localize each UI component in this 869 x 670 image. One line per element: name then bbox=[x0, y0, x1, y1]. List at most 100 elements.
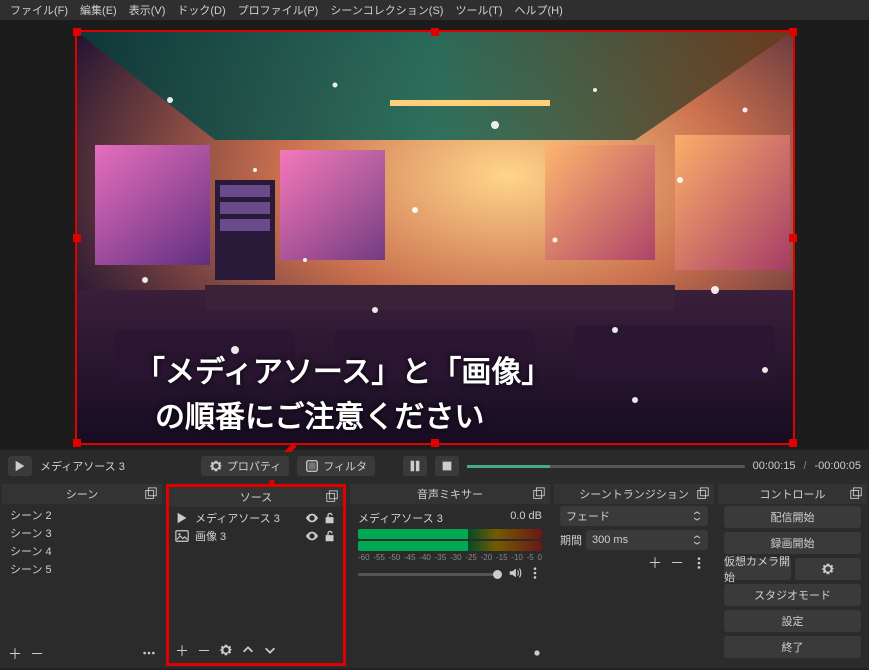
gear-icon bbox=[530, 646, 544, 660]
pause-button[interactable] bbox=[403, 456, 427, 476]
menu-tools[interactable]: ツール(T) bbox=[449, 0, 508, 20]
scenes-header: シーン bbox=[2, 484, 162, 504]
volume-slider[interactable] bbox=[358, 573, 502, 576]
menu-view[interactable]: 表示(V) bbox=[123, 0, 172, 20]
filters-label: フィルタ bbox=[323, 458, 367, 474]
mixer-db: 0.0 dB bbox=[510, 510, 542, 526]
resize-handle-b[interactable] bbox=[431, 439, 439, 447]
menu-profile[interactable]: プロファイル(P) bbox=[232, 0, 325, 20]
chevron-down-icon bbox=[263, 643, 277, 657]
sources-toolbar: ＋ － bbox=[169, 639, 343, 663]
mixer-settings-button[interactable] bbox=[530, 646, 544, 662]
menu-scenecollection[interactable]: シーンコレクション(S) bbox=[324, 0, 449, 20]
start-virtualcam-button[interactable]: 仮想カメラ開始 bbox=[724, 558, 791, 580]
mixer-popout[interactable] bbox=[532, 487, 546, 501]
settings-button[interactable]: 設定 bbox=[724, 610, 861, 632]
duration-input[interactable]: 300 ms bbox=[586, 530, 708, 550]
docks-row: シーン シーン 2 シーン 3 シーン 4 シーン 5 ＋ － ソース bbox=[0, 482, 869, 668]
mixer-menu-button[interactable] bbox=[528, 566, 542, 583]
stop-button[interactable] bbox=[435, 456, 459, 476]
preview-area[interactable]: 「メディアソース」と「画像」 の順番にご注意ください bbox=[0, 20, 869, 450]
play-button[interactable] bbox=[8, 456, 32, 476]
sources-list[interactable]: メディアソース 3 画像 3 bbox=[169, 507, 343, 639]
mute-button[interactable] bbox=[508, 566, 522, 583]
scene-item[interactable]: シーン 5 bbox=[4, 560, 160, 578]
properties-label: プロパティ bbox=[227, 458, 281, 474]
start-recording-button[interactable]: 録画開始 bbox=[724, 532, 861, 554]
menu-file[interactable]: ファイル(F) bbox=[4, 0, 74, 20]
stop-icon bbox=[440, 459, 454, 473]
resize-handle-bl[interactable] bbox=[73, 439, 81, 447]
eye-icon bbox=[305, 511, 319, 525]
scene-item[interactable]: シーン 2 bbox=[4, 506, 160, 524]
menu-edit[interactable]: 編集(E) bbox=[74, 0, 123, 20]
unlock-icon bbox=[323, 511, 337, 525]
menu-dock[interactable]: ドック(D) bbox=[171, 0, 231, 20]
remove-scene-button[interactable]: － bbox=[30, 647, 44, 661]
transitions-popout[interactable] bbox=[696, 487, 710, 501]
add-transition-button[interactable]: ＋ bbox=[648, 556, 662, 572]
selection-outline[interactable] bbox=[75, 30, 795, 445]
gear-icon bbox=[209, 459, 223, 473]
remove-source-button[interactable]: － bbox=[197, 644, 211, 658]
scenes-title: シーン bbox=[66, 486, 98, 502]
media-timeline[interactable] bbox=[467, 465, 745, 468]
scenes-dock: シーン シーン 2 シーン 3 シーン 4 シーン 5 ＋ － bbox=[2, 484, 162, 666]
add-source-button[interactable]: ＋ bbox=[175, 644, 189, 658]
studio-mode-button[interactable]: スタジオモード bbox=[724, 584, 861, 606]
transition-menu-button[interactable] bbox=[692, 556, 706, 572]
scene-filter-button[interactable] bbox=[142, 646, 156, 662]
resize-handle-br[interactable] bbox=[789, 439, 797, 447]
mixer-toolbar bbox=[350, 642, 550, 666]
scenes-list[interactable]: シーン 2 シーン 3 シーン 4 シーン 5 bbox=[2, 504, 162, 642]
source-item-image[interactable]: 画像 3 bbox=[171, 527, 341, 545]
resize-handle-l[interactable] bbox=[73, 234, 81, 242]
popout-icon bbox=[532, 487, 546, 501]
filters-button[interactable]: フィルタ bbox=[297, 456, 375, 476]
virtualcam-settings-button[interactable] bbox=[795, 558, 862, 580]
controls-popout[interactable] bbox=[849, 487, 863, 501]
transition-type: フェード bbox=[566, 508, 610, 524]
start-streaming-button[interactable]: 配信開始 bbox=[724, 506, 861, 528]
pause-icon bbox=[408, 459, 422, 473]
scene-item[interactable]: シーン 3 bbox=[4, 524, 160, 542]
menu-help[interactable]: ヘルプ(H) bbox=[509, 0, 569, 20]
visibility-toggle[interactable] bbox=[305, 529, 319, 543]
properties-button[interactable]: プロパティ bbox=[201, 456, 289, 476]
move-down-button[interactable] bbox=[263, 643, 277, 659]
move-up-button[interactable] bbox=[241, 643, 255, 659]
popout-icon bbox=[325, 490, 339, 504]
visibility-toggle[interactable] bbox=[305, 511, 319, 525]
media-controls-bar: メディアソース 3 プロパティ フィルタ 00:00:15 / -00:00:0… bbox=[0, 452, 869, 480]
scene-item[interactable]: シーン 4 bbox=[4, 542, 160, 560]
popout-icon bbox=[849, 487, 863, 501]
gear-icon bbox=[219, 643, 233, 657]
resize-handle-tl[interactable] bbox=[73, 28, 81, 36]
time-elapsed: 00:00:15 bbox=[753, 460, 796, 472]
remove-transition-button[interactable]: － bbox=[670, 556, 684, 572]
controls-header: コントロール bbox=[718, 484, 867, 504]
scenes-popout[interactable] bbox=[144, 487, 158, 501]
sources-popout[interactable] bbox=[325, 490, 339, 504]
sources-title: ソース bbox=[240, 489, 272, 505]
mixer-channel: メディアソース 3 0.0 dB -60-55-50-45-40-35-30-2… bbox=[352, 506, 548, 587]
popout-icon bbox=[144, 487, 158, 501]
eye-icon bbox=[305, 529, 319, 543]
preview-canvas[interactable]: 「メディアソース」と「画像」 の順番にご注意ください bbox=[75, 30, 795, 445]
transition-select[interactable]: フェード bbox=[560, 506, 708, 526]
gear-icon bbox=[821, 562, 835, 576]
resize-handle-tr[interactable] bbox=[789, 28, 797, 36]
resize-handle-r[interactable] bbox=[789, 234, 797, 242]
source-properties-button[interactable] bbox=[219, 643, 233, 659]
source-item-media[interactable]: メディアソース 3 bbox=[171, 509, 341, 527]
lock-toggle[interactable] bbox=[323, 511, 337, 525]
controls-dock: コントロール 配信開始 録画開始 仮想カメラ開始 スタジオモード 設定 終了 bbox=[718, 484, 867, 666]
exit-button[interactable]: 終了 bbox=[724, 636, 861, 658]
lock-toggle[interactable] bbox=[323, 529, 337, 543]
sources-dock: ソース メディアソース 3 画像 3 bbox=[166, 484, 346, 666]
transitions-toolbar: ＋ － bbox=[554, 552, 714, 576]
transitions-dock: シーントランジション フェード 期間 300 ms ＋ － bbox=[554, 484, 714, 666]
resize-handle-t[interactable] bbox=[431, 28, 439, 36]
media-icon bbox=[175, 511, 189, 525]
add-scene-button[interactable]: ＋ bbox=[8, 647, 22, 661]
